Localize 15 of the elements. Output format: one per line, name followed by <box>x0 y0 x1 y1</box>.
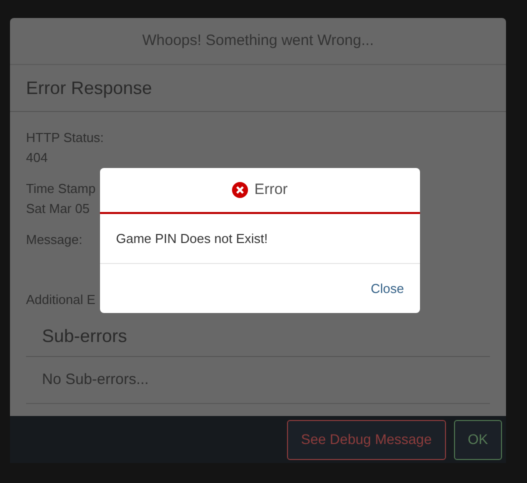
error-icon <box>232 182 248 198</box>
field-label: HTTP Status: <box>26 129 104 147</box>
error-message: Game PIN Does not Exist! <box>116 230 268 248</box>
field-label: Additional E <box>26 291 96 309</box>
field-value: 404 <box>26 149 48 167</box>
close-button[interactable]: Close <box>370 278 404 298</box>
subsection-title: Sub-errors <box>42 325 128 348</box>
ok-button[interactable]: OK <box>454 420 502 460</box>
empty-message: No Sub-errors... <box>42 370 149 390</box>
field-label: Message: <box>26 231 82 249</box>
error-title: Error <box>254 180 288 200</box>
field-label: Time Stamp <box>26 180 96 198</box>
field-value: Sat Mar 05 <box>26 200 90 218</box>
section-title: Error Response <box>26 76 152 100</box>
debug-button[interactable]: See Debug Message <box>287 420 446 460</box>
